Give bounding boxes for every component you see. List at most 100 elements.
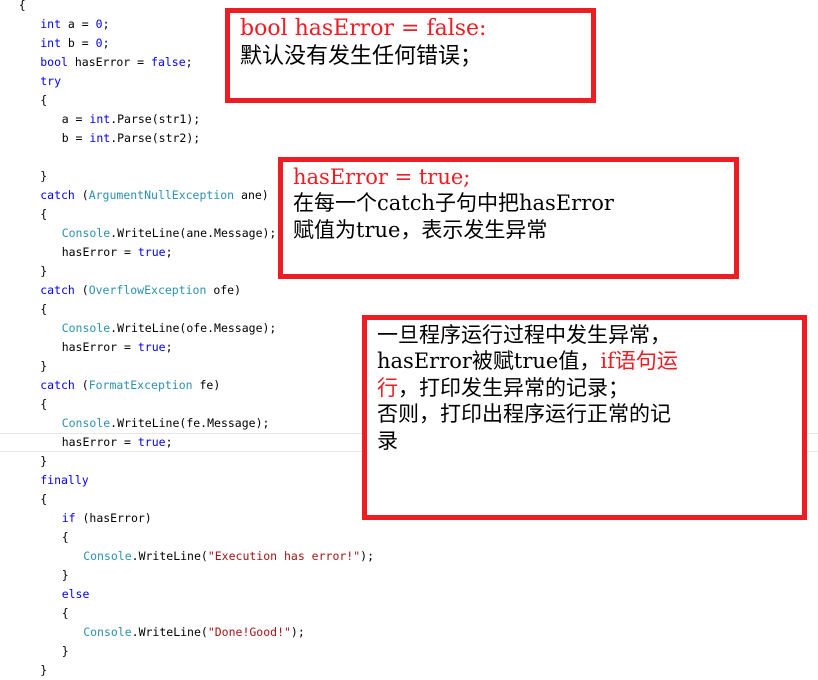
annotation-line: 赋值为true，表示发生异常	[293, 217, 728, 243]
annotation-box-bool-haserror: bool hasError = false: 默认没有发生任何错误；	[225, 8, 596, 103]
code-token-type: Console	[83, 625, 132, 639]
annotation-text-serif-red: if	[600, 349, 615, 374]
code-token-plain: }	[40, 359, 48, 373]
annotation-text-serif-black: hasError	[519, 191, 614, 216]
annotation-text-serif-red: hasError = true;	[293, 165, 471, 189]
code-token-type: FormatException	[88, 378, 193, 392]
code-token-kw: int	[40, 17, 61, 31]
code-token-plain: }	[40, 454, 48, 468]
code-token-plain: (hasError)	[75, 511, 152, 525]
code-line[interactable]: else	[0, 585, 818, 604]
code-token-plain: (	[74, 283, 89, 297]
code-token-plain: ;	[102, 17, 110, 31]
code-token-plain: ;	[165, 245, 173, 259]
annotation-text-cjk: 默认没有发生任何错误；	[240, 43, 483, 69]
code-token-plain: (	[74, 378, 89, 392]
code-token-plain: a =	[61, 17, 96, 31]
code-token-plain: }	[40, 264, 48, 278]
code-line[interactable]: catch (OverflowException ofe)	[0, 281, 818, 300]
annotation-text-cjk: 赋值为	[293, 217, 356, 242]
code-token-kw: try	[40, 74, 61, 88]
annotation-line: 否则，打印出程序运行正常的记	[377, 401, 796, 427]
code-token-plain: .Parse(str2);	[110, 131, 201, 145]
code-token-kw: bool	[40, 55, 68, 69]
annotation-line: bool hasError = false:	[240, 15, 585, 43]
code-token-plain: ;	[102, 36, 110, 50]
annotation-line: 在每一个catch子句中把hasError	[293, 190, 728, 216]
annotation-line: 一旦程序运行过程中发生异常，	[377, 322, 796, 348]
code-token-plain: a =	[61, 112, 90, 126]
code-token-plain: }	[61, 568, 69, 582]
annotation-text-cjk: ，表示发生异常	[400, 217, 548, 242]
annotation-text-cjk: 被赋	[471, 349, 514, 374]
code-token-plain: hasError =	[61, 245, 138, 259]
code-token-kw: true	[137, 340, 166, 354]
code-token-kw: catch	[40, 378, 75, 392]
annotation-line: 录	[377, 428, 796, 454]
code-token-plain: ane)	[234, 188, 269, 202]
code-token-num: 0	[95, 36, 103, 50]
code-token-plain: {	[40, 302, 48, 316]
code-token-plain: ;	[185, 55, 193, 69]
code-token-plain: {	[40, 207, 48, 221]
code-token-plain: .WriteLine(ofe.Message);	[110, 321, 277, 335]
code-line[interactable]: {	[0, 604, 818, 623]
code-token-str: "Done!Good!"	[207, 625, 291, 639]
code-token-plain: }	[40, 169, 48, 183]
code-line[interactable]: Console.WriteLine("Execution has error!"…	[0, 547, 818, 566]
code-line[interactable]: Console.WriteLine("Done!Good!");	[0, 623, 818, 642]
annotation-text-cjk: 在每一个	[293, 191, 377, 216]
code-line[interactable]: }	[0, 566, 818, 585]
code-token-kw: else	[61, 587, 90, 601]
annotation-text-cjk: 一旦程序运行过程中发生异常，	[377, 323, 671, 347]
annotation-text-serif-black: hasError	[377, 349, 472, 374]
annotation-text-serif-black: true	[513, 349, 559, 374]
code-token-plain: {	[61, 606, 69, 620]
code-token-num: 0	[95, 17, 103, 31]
code-token-plain: ofe)	[206, 283, 242, 297]
code-token-plain: .WriteLine(ane.Message);	[110, 226, 277, 240]
code-token-kw: true	[137, 435, 166, 449]
code-token-kw: int	[89, 131, 111, 145]
annotation-line: 行，打印发生异常的记录；	[377, 375, 796, 401]
annotation-line: 默认没有发生任何错误；	[240, 43, 585, 71]
code-token-plain: {	[18, 0, 26, 12]
code-line[interactable]: b = int.Parse(str2);	[0, 129, 818, 148]
code-token-plain: (	[74, 188, 89, 202]
code-token-plain: {	[61, 530, 69, 544]
code-token-kw: int	[89, 112, 111, 126]
code-token-plain: );	[290, 625, 305, 639]
code-token-type: OverflowException	[88, 283, 207, 297]
annotation-text-cjk: 值，	[558, 349, 601, 374]
code-token-kw: finally	[40, 473, 89, 487]
code-token-plain: {	[40, 93, 48, 107]
code-token-kw: true	[137, 245, 166, 259]
annotation-text-serif-black: catch	[377, 191, 436, 216]
code-token-plain: .WriteLine(	[131, 549, 208, 563]
annotation-text-cjk: 否则，打印出程序运行正常的记	[377, 402, 671, 427]
code-line[interactable]: a = int.Parse(str1);	[0, 110, 818, 129]
code-line[interactable]: {	[0, 528, 818, 547]
code-token-plain: hasError =	[67, 55, 152, 69]
code-token-plain: }	[61, 644, 69, 658]
code-token-type: ArgumentNullException	[88, 188, 235, 202]
code-token-plain: );	[360, 549, 375, 563]
code-token-plain: b =	[61, 131, 90, 145]
annotation-line: hasError被赋true值，if语句运	[377, 348, 796, 374]
code-token-plain: fe)	[192, 378, 221, 392]
code-token-plain: hasError =	[61, 435, 138, 449]
code-token-plain: b =	[61, 36, 96, 50]
annotation-box-finally-explanation: 一旦程序运行过程中发生异常， hasError被赋true值，if语句运 行，打印发…	[362, 315, 807, 520]
code-token-plain: ;	[165, 435, 173, 449]
code-token-plain: {	[40, 492, 48, 506]
code-line[interactable]: }	[0, 661, 818, 680]
annotation-text-serif-black: true	[356, 217, 401, 242]
code-token-plain: .Parse(str1);	[110, 112, 201, 126]
code-token-plain: .WriteLine(fe.Message);	[110, 416, 270, 430]
code-token-kw: false	[151, 55, 186, 69]
annotation-text-cjk: ，打印发生异常的记录；	[398, 375, 629, 400]
code-token-kw: catch	[40, 283, 75, 297]
code-line[interactable]: }	[0, 642, 818, 661]
annotation-text-serif-red: bool hasError = false:	[240, 16, 487, 41]
annotation-text-cjk: 子句中把	[435, 191, 520, 216]
